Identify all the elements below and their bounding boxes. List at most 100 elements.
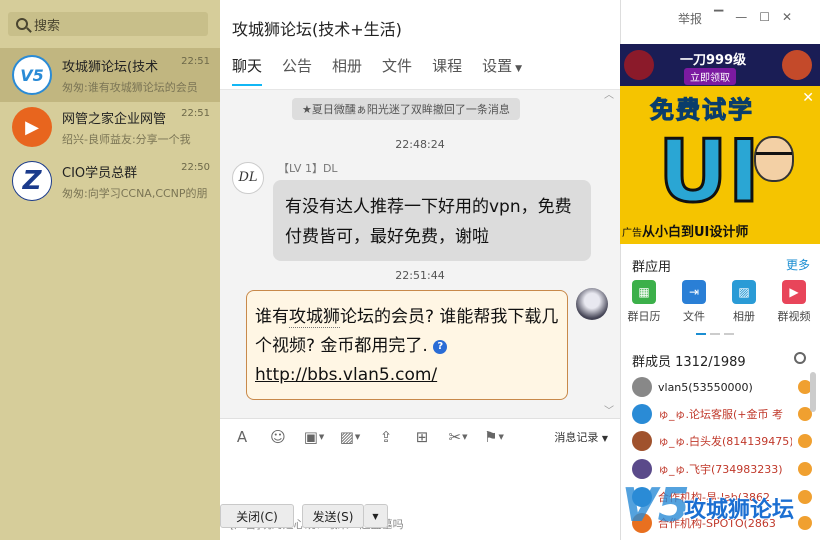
conversation-preview: 绍兴-良师益友:分享一个我 [62,132,191,146]
conversation-time: 22:51 [181,55,210,67]
ad-figure [782,50,812,80]
ad-headline: 免费试学 [650,96,754,125]
self-avatar[interactable] [576,288,608,320]
input-toolbar: A ☺ ▣ ▼ ▨ ▼ ⇪ ⊞ ✂ ▼ ⚑ ▼ 消息记录 ▼ [220,418,620,454]
report-button[interactable]: 举报 [678,10,702,27]
send-button[interactable]: 发送(S) [302,504,364,528]
app-files[interactable]: ⇥ 文件 [672,280,716,324]
watermark-logo: V5 [622,478,690,532]
chevron-down-icon: ▼ [601,433,608,443]
members-title: 群成员 1312/1989 [632,355,746,370]
tab-settings-label: 设置 [482,57,513,75]
tab-settings[interactable]: 设置 ▼ [482,55,522,86]
minimize-icon[interactable]: — [735,10,747,27]
member-avatar [632,377,652,397]
app-calendar[interactable]: ▦ 群日历 [622,280,666,324]
close-icon[interactable]: ✕ [802,90,814,106]
conversation-item-1[interactable]: ▶ 网管之家企业网管 22:51 绍兴-良师益友:分享一个我 [0,100,220,154]
tab-announcement[interactable]: 公告 [282,55,312,86]
message-keyword[interactable]: 攻城狮 [289,307,340,328]
font-icon[interactable]: A [230,427,254,447]
ad-claim-button[interactable]: 立即领取 [684,68,736,85]
chat-tabs: 聊天 公告 相册 文件 课程 设置 ▼ [232,55,542,86]
member-name: ゅ_ゅ.论坛客服(+金币 考 [658,408,784,421]
close-icon[interactable]: ✕ [782,10,792,27]
app-album[interactable]: ▨ 相册 [722,280,766,324]
member-name: ゅ_ゅ.白头发(814139475) [658,435,792,448]
app-label: 相册 [733,310,755,323]
member-row[interactable]: vlan5(53550000) [632,374,812,400]
tab-files[interactable]: 文件 [382,55,412,86]
members-scrollbar[interactable] [810,372,816,412]
conversation-item-0[interactable]: V5 攻城狮论坛(技术 22:51 匆匆:谁有攻城狮论坛的会员 [0,48,220,102]
message-timestamp: 22:48:24 [395,138,445,151]
shake-icon[interactable]: ⚑ ▼ [482,427,506,447]
file-icon: ⇥ [682,280,706,304]
sender-avatar[interactable]: DL [232,162,264,194]
message-bubble-self: 谁有攻城狮论坛的会员? 谁能帮我下载几个视频? 金币都用完了. ? http:/… [246,290,568,400]
search-icon [16,18,28,30]
message-history-button[interactable]: 消息记录 ▼ [554,429,608,445]
image-icon[interactable]: ▨ ▼ [338,427,362,447]
watermark-text: 攻城狮论坛 [684,498,795,523]
gift-icon[interactable]: ⊞ [410,427,434,447]
tab-chat[interactable]: 聊天 [232,55,263,86]
message-bubble: 有没有达人推荐一下好用的vpn，免费付费皆可，最好免费，谢啦 [273,180,591,261]
conversation-time: 22:51 [181,107,210,119]
member-role-icon [798,434,812,448]
message-text: 谁有 [255,307,289,327]
question-icon: ? [433,340,448,354]
member-name: ゅ_ゅ.飞宇(734983233) [658,463,783,476]
close-button[interactable]: 关闭(C) [220,504,294,528]
photo-icon: ▨ [732,280,756,304]
emoji-icon[interactable]: ☺ [266,427,290,447]
message-timestamp: 22:51:44 [395,269,445,282]
pin-icon[interactable]: ▔ [714,10,723,27]
conversation-name: 攻城狮论坛(技术 [62,59,159,75]
screenshot-icon[interactable]: ✂ ▼ [446,427,470,447]
ad-title: 一刀999级 [680,53,747,68]
ad-banner-game[interactable]: 一刀999级 立即领取 [620,44,820,86]
group-avatar: V5 [12,55,52,95]
sender-name: 【LV 1】DL [278,162,338,175]
site-watermark: V5 攻城狮论坛 [622,478,818,538]
conversation-name: CIO学员总群 [62,165,138,181]
message-history-label: 消息记录 [554,430,599,444]
window-controls: 举报 ▔ — ☐ ✕ [678,10,792,27]
ad-figure [624,50,654,80]
recall-notice: ★夏日微醺ぁ阳光迷了双眸撤回了一条消息 [292,98,520,120]
tab-courses[interactable]: 课程 [432,55,462,86]
tab-album[interactable]: 相册 [332,55,362,86]
member-row[interactable]: ゅ_ゅ.白头发(814139475) [632,428,812,454]
group-apps-more-link[interactable]: 更多 [786,256,810,273]
member-search-icon[interactable] [794,352,806,364]
scroll-down-icon[interactable]: ﹀ [604,402,614,417]
ad-caption: 广告从小白到UI设计师 [622,225,749,240]
conversation-preview: 匆匆:谁有攻城狮论坛的会员 [62,80,198,94]
member-role-icon [798,462,812,476]
group-avatar: ▶ [12,107,52,147]
ad-big-text: UI [657,121,762,224]
message-link[interactable]: http://bbs.vlan5.com/ [255,365,437,385]
scroll-up-icon[interactable]: ︿ [604,86,614,101]
conversation-sidebar: 搜索 V5 攻城狮论坛(技术 22:51 匆匆:谁有攻城狮论坛的会员 ▶ 网管之… [0,0,220,540]
upload-icon[interactable]: ⇪ [374,427,398,447]
chevron-down-icon: ▼ [515,64,523,74]
app-video[interactable]: ▶ 群视频 [772,280,816,324]
search-input[interactable]: 搜索 [8,12,208,36]
maximize-icon[interactable]: ☐ [759,10,770,27]
conversation-item-2[interactable]: Z CIO学员总群 22:50 匆匆:向学习CCNA,CCNP的朋 [0,154,220,208]
member-avatar [632,404,652,424]
send-options-button[interactable]: ▼ [364,504,388,528]
gif-icon[interactable]: ▣ ▼ [302,427,326,447]
member-avatar [632,431,652,451]
member-avatar [632,459,652,479]
chevron-down-icon: ▼ [372,511,379,521]
video-icon: ▶ [782,280,806,304]
chat-title: 攻城狮论坛(技术+生活) [232,20,402,39]
conversation-time: 22:50 [181,161,210,173]
app-label: 群视频 [777,310,811,323]
member-row[interactable]: ゅ_ゅ.论坛客服(+金币 考 [632,401,812,427]
calendar-icon: ▦ [632,280,656,304]
ad-banner-ui-course[interactable]: 免费试学 UI ✕ 广告从小白到UI设计师 [620,86,820,244]
